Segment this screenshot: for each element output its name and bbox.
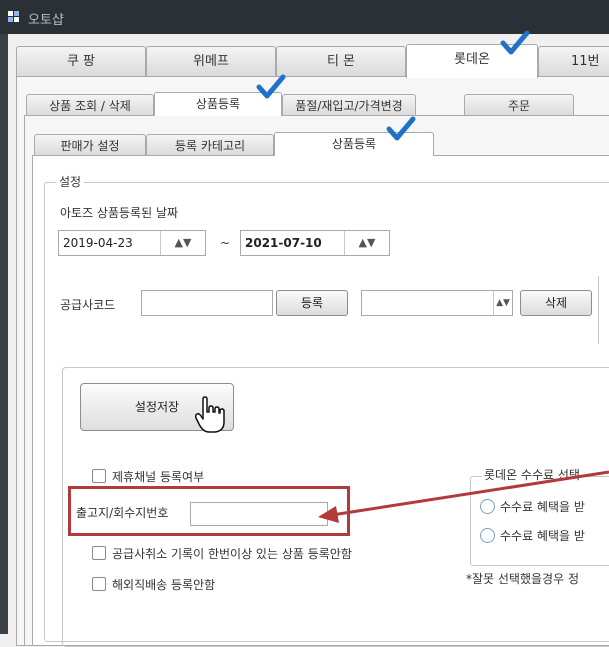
fee-group	[470, 476, 609, 566]
checkmark-icon	[386, 116, 416, 141]
tab-wemakeprice[interactable]: 위메프	[146, 46, 276, 76]
date-label: 아토즈 상품등록된 날짜	[60, 206, 179, 220]
supplier-cancel-checkbox[interactable]	[92, 546, 106, 560]
window-title: 오토샵	[28, 13, 64, 28]
tab-product-lookup-delete[interactable]: 상품 조회 / 삭제	[26, 94, 154, 116]
supplier-code-label: 공급사코드	[60, 298, 116, 312]
window-left-border	[0, 34, 8, 634]
fee-option1-radio[interactable]	[480, 499, 495, 514]
tab-stock-price-change[interactable]: 품절/재입고/가격변경	[282, 94, 416, 116]
overseas-checkbox[interactable]	[92, 577, 106, 591]
date-from-spinner-icon[interactable]: ▲▼	[160, 231, 205, 255]
select-spinner-icon[interactable]: ▲▼	[493, 291, 512, 315]
date-from-picker[interactable]: 2019-04-23 ▲▼	[58, 230, 206, 256]
date-from-value: 2019-04-23	[63, 236, 133, 250]
fee-option1-label: 수수료 혜택을 받	[500, 500, 585, 514]
tab-orders[interactable]: 주문	[464, 94, 574, 116]
delete-button[interactable]: 삭제	[520, 290, 592, 316]
tab-coupang[interactable]: 쿠 팡	[16, 46, 146, 76]
date-separator: ~	[220, 236, 231, 250]
divider	[598, 276, 599, 344]
fee-group-label: 롯데온 수수료 선택	[482, 466, 582, 483]
tab-tmon[interactable]: 티 몬	[276, 46, 406, 76]
affiliate-checkbox-label: 제휴채널 등록여부	[112, 470, 205, 484]
fee-option2-radio[interactable]	[480, 528, 495, 543]
date-to-picker[interactable]: 2021-07-10 ▲▼	[240, 230, 390, 256]
supplier-code-input[interactable]	[141, 290, 273, 316]
tab-register-category[interactable]: 등록 카테고리	[146, 134, 274, 156]
fee-option2-label: 수수료 혜택을 받	[500, 529, 585, 543]
tab-11st[interactable]: 11번	[538, 46, 609, 76]
supplier-select[interactable]: ▲▼	[361, 290, 513, 316]
app-icon	[8, 11, 20, 23]
supplier-cancel-checkbox-label: 공급사취소 기록이 한번이상 있는 상품 등록안함	[112, 547, 352, 561]
date-to-value: 2021-07-10	[245, 236, 322, 250]
checkmark-icon	[500, 30, 530, 55]
overseas-checkbox-label: 해외직배송 등록안함	[112, 578, 216, 592]
affiliate-checkbox[interactable]	[92, 469, 106, 483]
checkmark-icon	[256, 74, 286, 99]
settings-group-label: 설정	[56, 173, 85, 190]
title-bar: 오토샵	[0, 0, 609, 34]
hand-pointer-icon	[194, 396, 225, 433]
register-button[interactable]: 등록	[276, 290, 348, 316]
fee-note: *잘못 선택했을경우 정	[466, 572, 579, 586]
date-to-spinner-icon[interactable]: ▲▼	[344, 231, 389, 255]
tab-price-settings[interactable]: 판매가 설정	[34, 134, 146, 156]
highlight-box	[68, 486, 350, 536]
